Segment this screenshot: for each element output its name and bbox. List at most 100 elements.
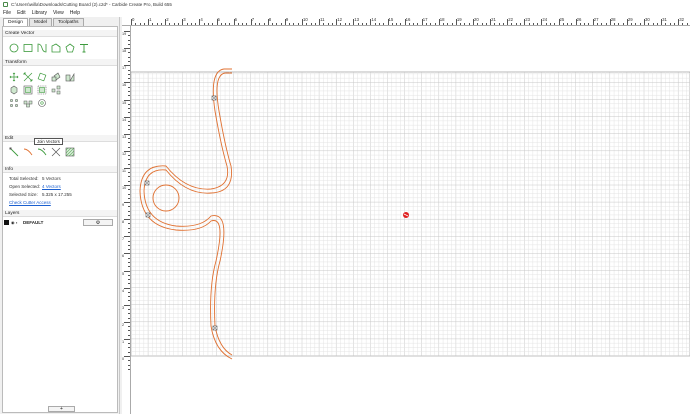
window-title: C:\Users\willa\Downloads\Cutting Board (… bbox=[11, 2, 172, 7]
layer-settings-button[interactable]: ⚙ bbox=[83, 219, 113, 226]
rotate-icon[interactable] bbox=[36, 71, 47, 82]
weld-icon[interactable] bbox=[36, 97, 47, 108]
trim-icon[interactable] bbox=[36, 146, 47, 157]
ruler-v-label: 14 bbox=[122, 117, 127, 122]
add-layer-button[interactable]: + bbox=[48, 406, 75, 412]
text-icon[interactable] bbox=[78, 42, 89, 53]
layer-color-swatch[interactable] bbox=[4, 220, 9, 225]
tab-design[interactable]: Design bbox=[3, 18, 28, 26]
polygon-icon[interactable] bbox=[50, 42, 61, 53]
ruler-h-tick bbox=[203, 22, 205, 25]
ruler-h-label: 13 bbox=[354, 17, 360, 22]
ruler-v-tick bbox=[124, 236, 130, 237]
ruler-h-label: 28 bbox=[610, 17, 616, 22]
ruler-h-tick bbox=[280, 22, 282, 25]
ruler-h-label: 4 bbox=[200, 17, 203, 22]
ruler-h-tick bbox=[237, 22, 239, 25]
open-selected-link[interactable]: 4 Vectors bbox=[42, 184, 61, 189]
tab-model[interactable]: Model bbox=[28, 18, 53, 26]
ruler-h-label: 3 bbox=[183, 17, 186, 22]
ruler-h-tick bbox=[293, 22, 295, 25]
ruler-v-tick bbox=[124, 133, 130, 135]
eye-icon[interactable]: ◉ bbox=[11, 220, 15, 225]
menu-library[interactable]: Library bbox=[32, 10, 47, 16]
section-create-vector[interactable]: Create Vector bbox=[3, 30, 117, 37]
curve-icon[interactable] bbox=[36, 42, 47, 53]
ruler-h-tick bbox=[396, 22, 397, 25]
join-vectors-icon[interactable] bbox=[22, 146, 33, 157]
menu-help[interactable]: Help bbox=[70, 10, 80, 16]
circle-icon[interactable] bbox=[8, 42, 19, 53]
canvas-svg[interactable] bbox=[130, 26, 690, 414]
ruler-h-tick bbox=[567, 22, 568, 25]
ruler-h-tick bbox=[225, 22, 226, 25]
ruler-h-tick bbox=[186, 22, 188, 25]
section-info[interactable]: Info bbox=[3, 166, 117, 173]
rectangle-icon[interactable] bbox=[22, 42, 33, 53]
menu-edit[interactable]: Edit bbox=[17, 10, 26, 16]
ruler-v-tick bbox=[124, 82, 130, 83]
ungroup-icon[interactable] bbox=[36, 84, 47, 95]
scale-icon[interactable] bbox=[22, 71, 33, 82]
pentagon-icon[interactable] bbox=[64, 42, 75, 53]
menu-file[interactable]: File bbox=[3, 10, 11, 16]
check-cutter-access-link[interactable]: Check Cutter Access bbox=[9, 200, 51, 205]
design-canvas[interactable] bbox=[130, 26, 690, 414]
ruler-h-tick bbox=[477, 22, 478, 25]
menu-view[interactable]: View bbox=[53, 10, 64, 16]
section-layers[interactable]: Layers bbox=[3, 210, 117, 217]
ruler-h-tick bbox=[425, 22, 427, 25]
offset-icon[interactable] bbox=[8, 84, 19, 95]
ruler-h-tick bbox=[195, 22, 196, 25]
ruler-h-tick bbox=[443, 22, 444, 25]
align-icon[interactable] bbox=[50, 71, 61, 82]
ruler-h-tick bbox=[464, 22, 466, 25]
tab-toolpaths[interactable]: Toolpaths bbox=[53, 18, 84, 26]
ruler-v-tick bbox=[124, 356, 130, 357]
ruler-h-tick bbox=[374, 22, 376, 25]
ruler-h-tick bbox=[165, 19, 166, 25]
boolean-icon[interactable] bbox=[50, 146, 61, 157]
ruler-h-tick bbox=[652, 22, 654, 25]
ruler-v-tick bbox=[127, 35, 130, 36]
ruler-h-tick bbox=[284, 19, 286, 25]
array-icon[interactable] bbox=[50, 84, 61, 95]
ruler-h-tick bbox=[182, 19, 183, 25]
ruler-h-tick bbox=[541, 19, 542, 25]
ruler-h-label: 15 bbox=[388, 17, 394, 22]
ruler-v-tick bbox=[127, 52, 130, 54]
ruler-v-tick bbox=[127, 155, 130, 156]
ruler-v-tick bbox=[124, 338, 130, 340]
ruler-v-tick bbox=[124, 202, 130, 203]
total-selected-value: 5 Vectors bbox=[42, 176, 61, 181]
ruler-h-tick bbox=[575, 19, 577, 25]
ruler-v-label: 2 bbox=[122, 322, 125, 327]
ruler-h-tick bbox=[148, 19, 149, 25]
move-icon[interactable] bbox=[8, 71, 19, 82]
section-transform[interactable]: Transform bbox=[3, 59, 117, 66]
mirror-icon[interactable] bbox=[22, 97, 33, 108]
ruler-v-tick bbox=[124, 253, 130, 254]
ruler-v-tick bbox=[127, 232, 130, 233]
ruler-h-tick bbox=[614, 22, 615, 25]
circular-array-icon[interactable] bbox=[8, 97, 19, 108]
ruler-v-tick bbox=[127, 274, 130, 276]
group-icon[interactable] bbox=[22, 84, 33, 95]
ruler-h-tick bbox=[430, 22, 431, 25]
ruler-h-tick bbox=[596, 22, 598, 25]
ruler-v-tick bbox=[127, 317, 130, 319]
ruler-v-tick bbox=[127, 78, 130, 79]
ruler-h-label: 0 bbox=[132, 17, 135, 22]
fill-icon[interactable] bbox=[64, 146, 75, 157]
ruler-v-tick bbox=[127, 90, 130, 92]
ruler-h-tick bbox=[331, 22, 333, 25]
ruler-h-tick bbox=[473, 19, 474, 25]
ruler-h-tick bbox=[173, 22, 175, 25]
node-edit-icon[interactable] bbox=[8, 146, 19, 157]
ruler-h-tick bbox=[178, 22, 179, 25]
ruler-h-tick bbox=[327, 22, 329, 25]
ruler-h-label: 2 bbox=[166, 17, 169, 22]
ruler-v-label: 10 bbox=[122, 186, 127, 190]
lock-icon[interactable]: ▪ bbox=[16, 220, 20, 225]
flip-icon[interactable] bbox=[64, 71, 75, 82]
